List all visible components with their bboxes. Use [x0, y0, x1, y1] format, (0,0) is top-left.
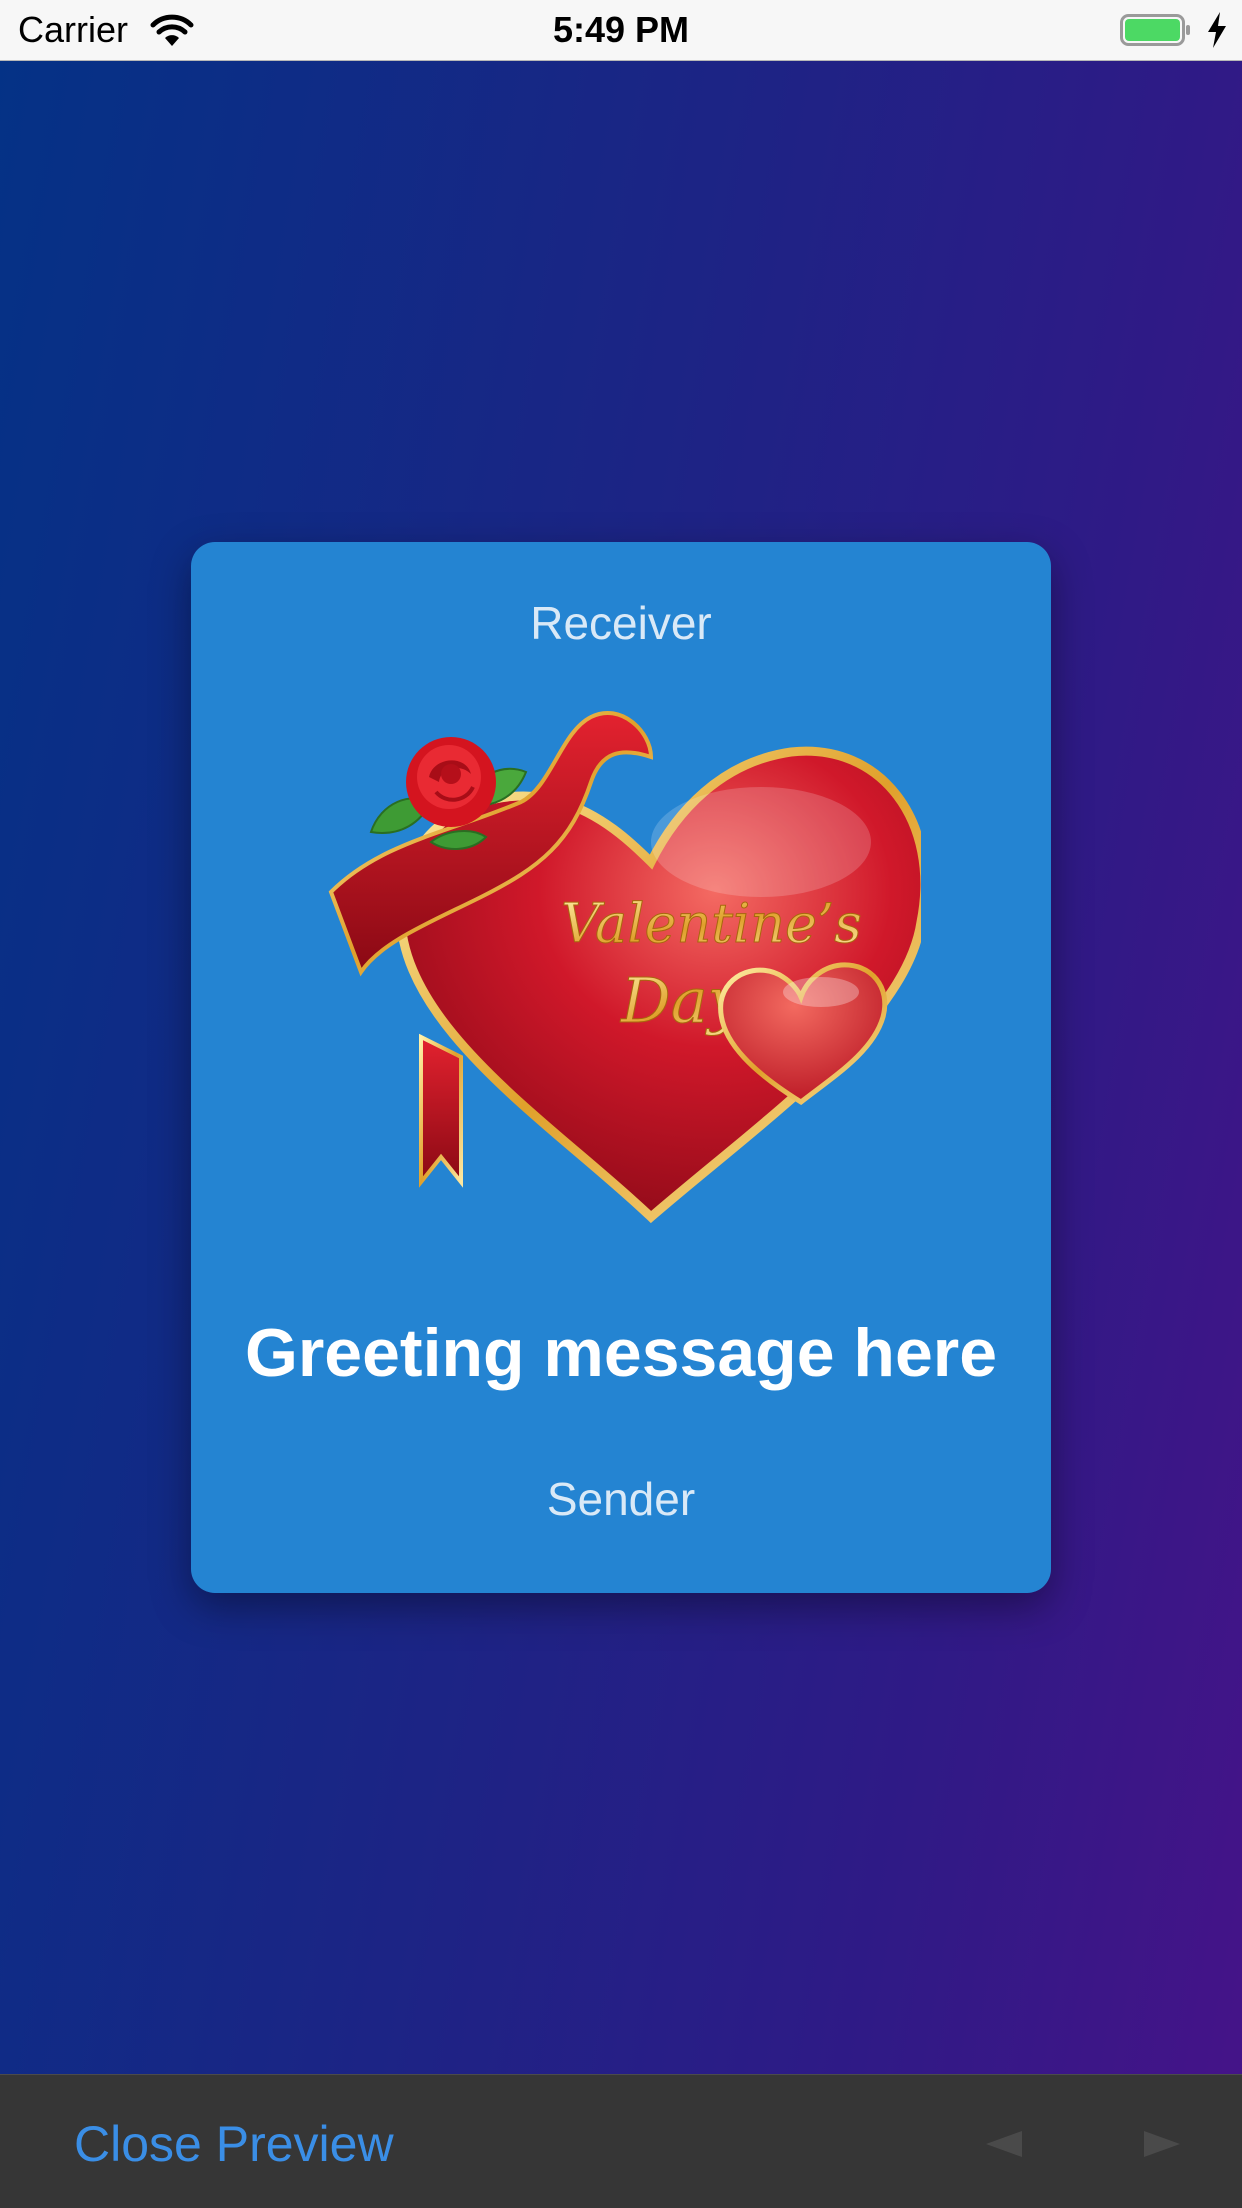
next-arrow-icon[interactable] [1142, 2129, 1182, 2159]
valentine-heart-image: Valentine’s Day [328, 710, 921, 1224]
battery-icon [1120, 14, 1190, 46]
greeting-message: Greeting message here [244, 1315, 998, 1391]
close-preview-button[interactable]: Close Preview [74, 2115, 394, 2173]
bottom-toolbar: Close Preview [0, 2074, 1242, 2208]
previous-arrow-icon[interactable] [984, 2129, 1024, 2159]
sender-label: Sender [546, 1473, 696, 1525]
greeting-card: Receiver Valentine’s Day Greeting messag… [191, 542, 1051, 1593]
receiver-label: Receiver [530, 597, 712, 649]
charging-bolt-icon [1208, 12, 1226, 48]
svg-text:Valentine’s: Valentine’s [561, 892, 862, 955]
preview-screen: Carrier 5:49 PM Receiver Valentine’s Day… [0, 0, 1242, 2208]
status-bar: Carrier 5:49 PM [0, 0, 1242, 61]
status-time: 5:49 PM [552, 9, 690, 50]
